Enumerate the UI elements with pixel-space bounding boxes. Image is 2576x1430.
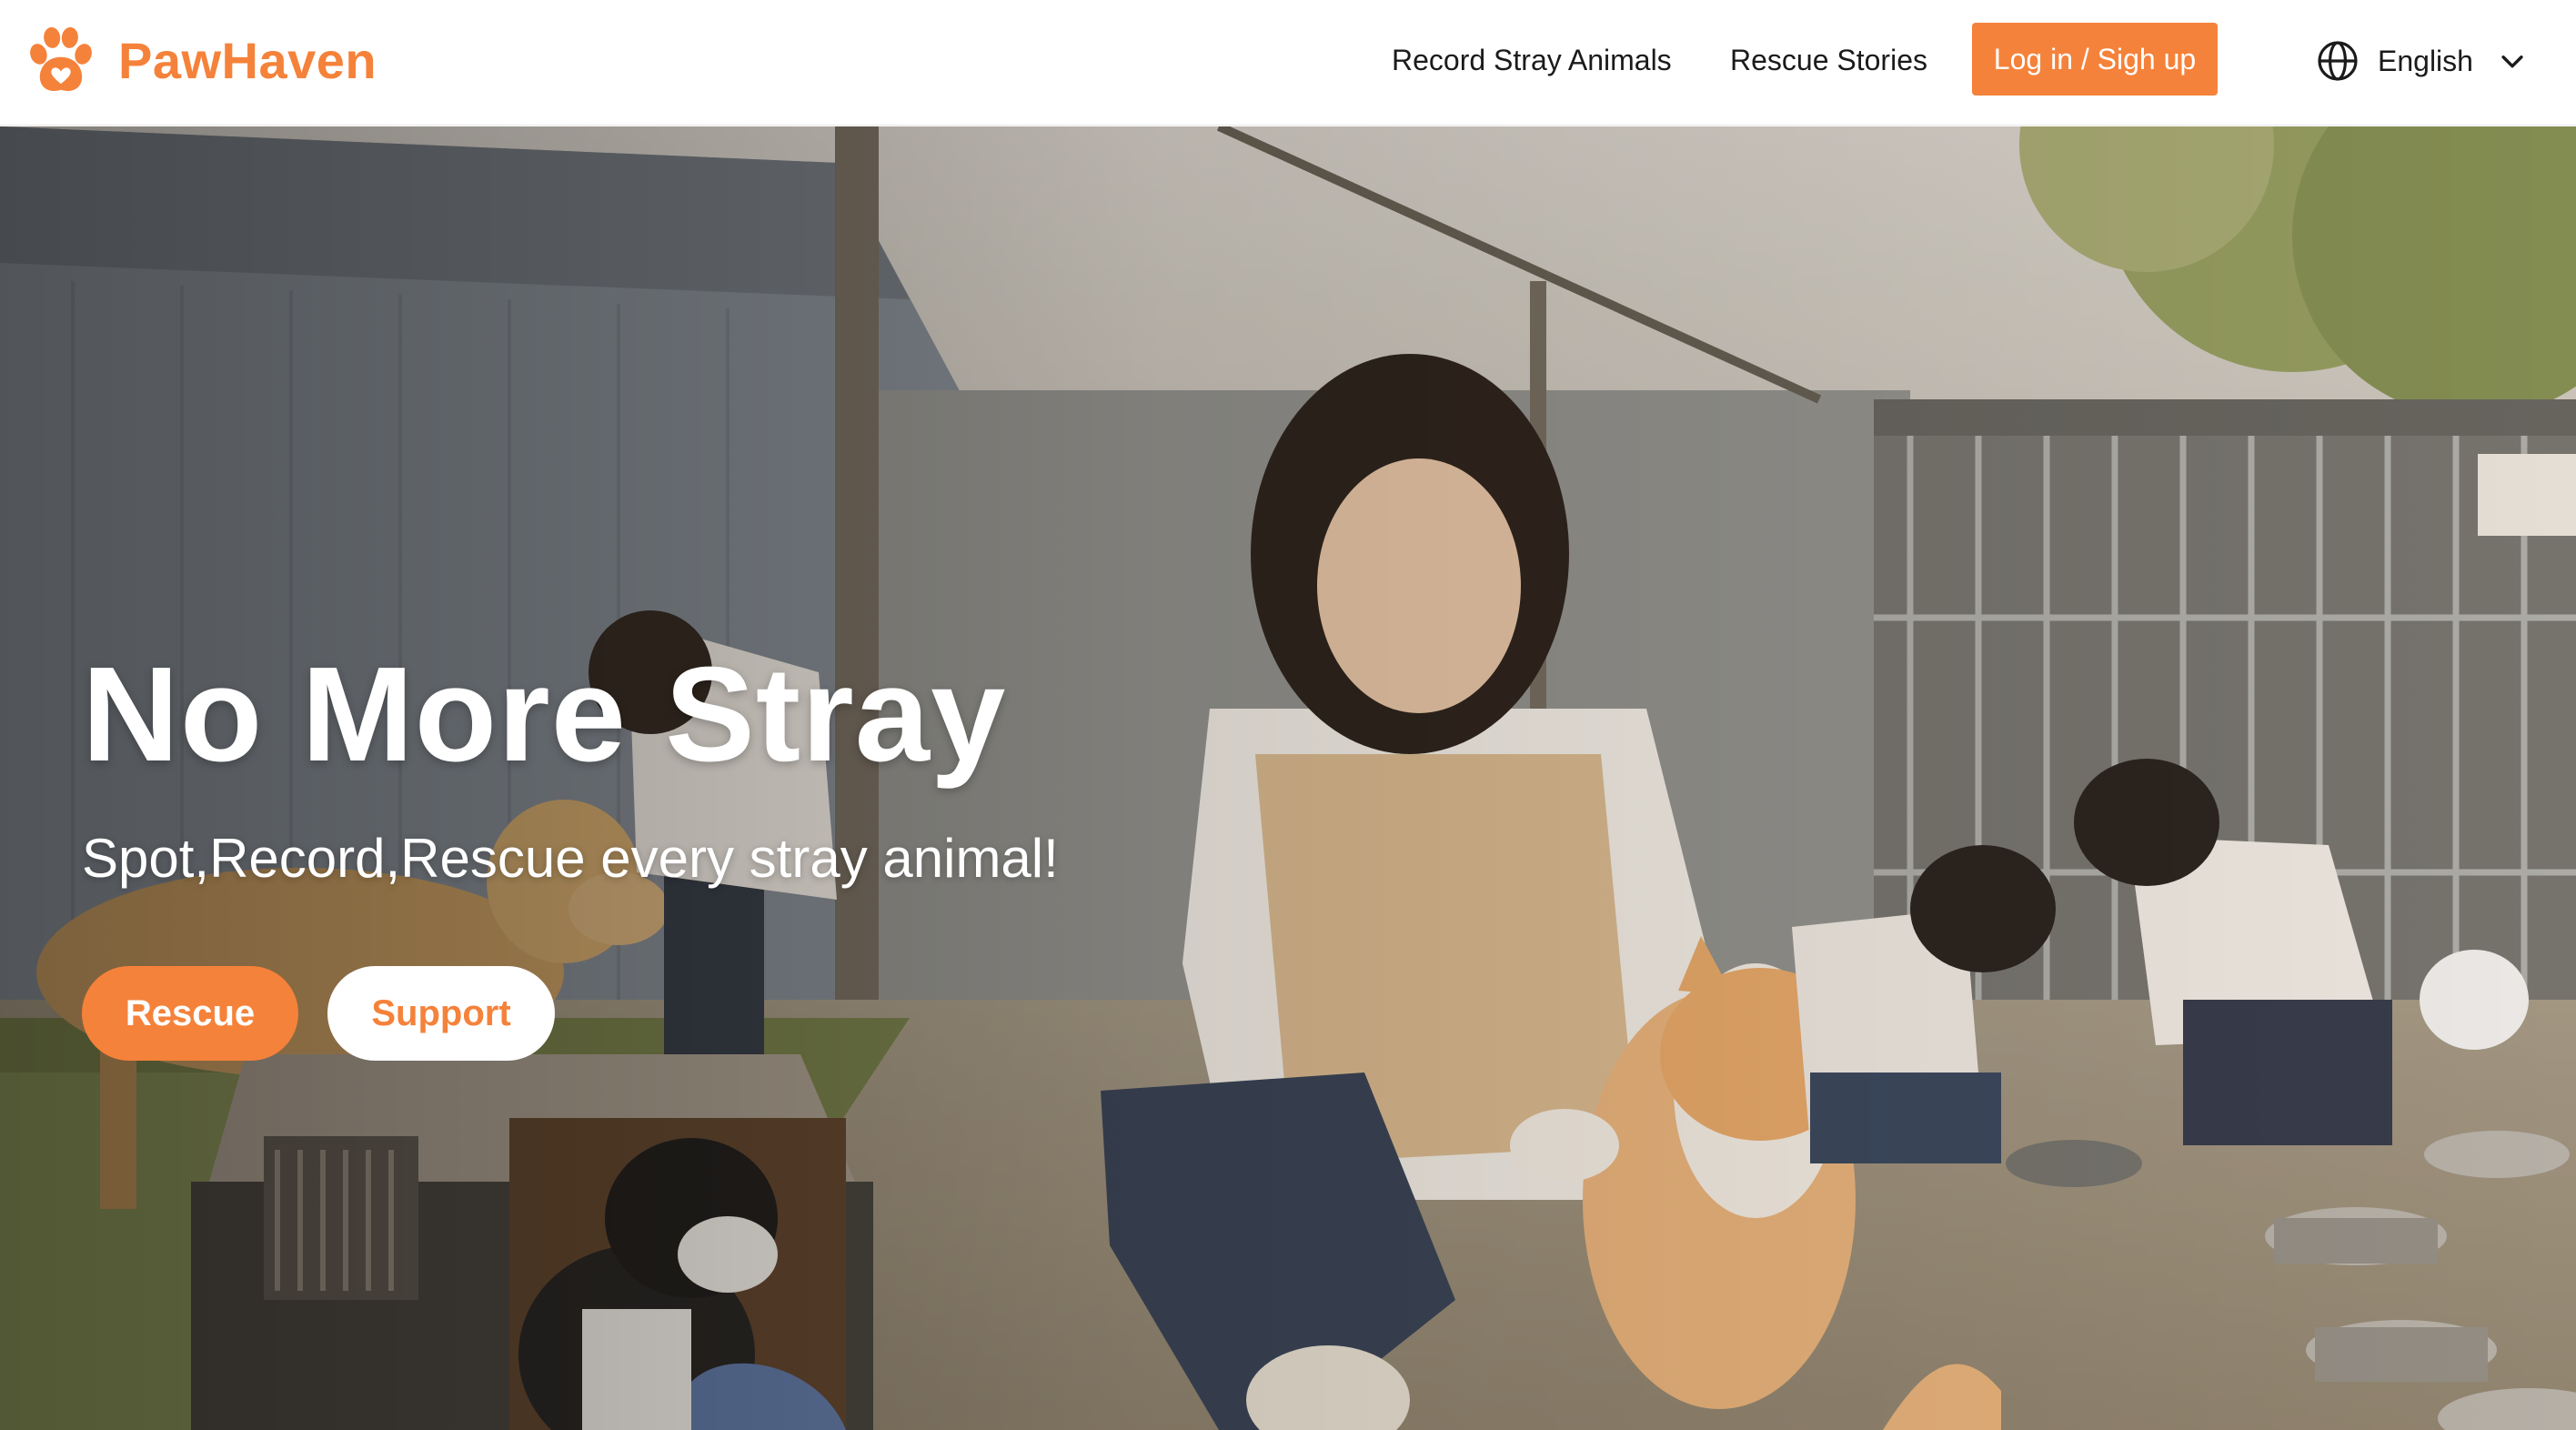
language-label: English [2378, 44, 2473, 77]
hero-subtitle: Spot,Record,Rescue every stray animal! [82, 828, 1059, 889]
language-selector[interactable]: English [2316, 36, 2528, 86]
top-navigation-bar: PawHaven Record Stray Animals Rescue Sto… [0, 0, 2576, 126]
rescue-button[interactable]: Rescue [82, 966, 298, 1061]
paw-logo-icon [30, 26, 92, 92]
chevron-down-icon [2501, 55, 2523, 68]
brand-logo-link[interactable]: PawHaven [24, 22, 377, 98]
support-button[interactable]: Support [327, 966, 555, 1061]
nav-rescue-stories-link[interactable]: Rescue Stories [1730, 40, 1927, 80]
hero-title: No More Stray [82, 639, 1007, 790]
brand-name: PawHaven [118, 31, 377, 89]
globe-icon [2318, 41, 2358, 81]
nav-record-stray-animals-link[interactable]: Record Stray Animals [1392, 40, 1672, 80]
login-signup-button[interactable]: Log in / Sigh up [1972, 23, 2218, 96]
hero-section: No More Stray Spot,Record,Rescue every s… [0, 126, 2576, 1430]
